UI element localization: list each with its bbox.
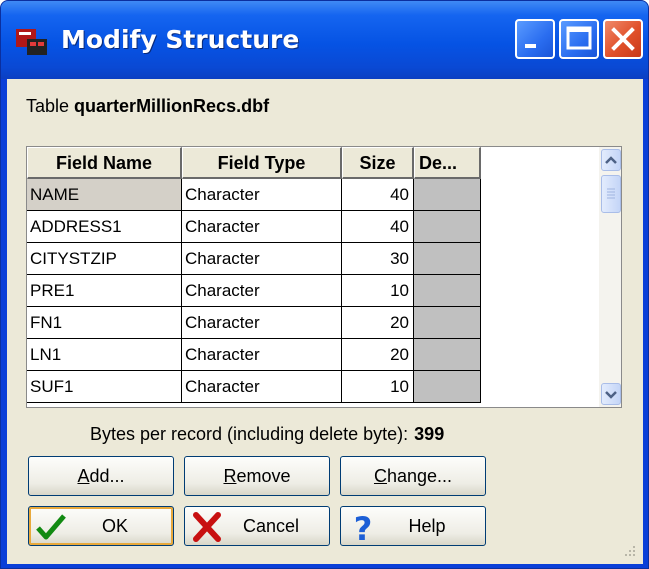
add-button[interactable]: Add... [28,456,174,496]
cell-field-name[interactable]: PRE1 [27,275,182,307]
svg-text:?: ? [354,511,373,543]
scroll-thumb[interactable] [601,175,621,213]
table-prefix: Table [26,96,70,116]
help-button-label: Help [408,515,446,536]
cell-decimals[interactable] [414,179,481,211]
cell-decimals[interactable] [414,339,481,371]
bytes-per-record: Bytes per record (including delete byte)… [90,424,444,445]
add-button-label: Add... [77,465,125,486]
change-button[interactable]: Change... [340,456,486,496]
scroll-down-button[interactable] [601,383,621,405]
remove-button-label: Remove [223,465,291,486]
remove-button[interactable]: Remove [184,456,330,496]
grip-icon [607,188,615,199]
close-button[interactable] [603,19,643,59]
title-bar[interactable]: Modify Structure [1,1,648,79]
cell-size[interactable]: 10 [342,275,414,307]
scroll-up-button[interactable] [601,149,621,171]
cell-field-type[interactable]: Character [182,211,342,243]
bytes-value: 399 [414,424,445,444]
check-icon [36,514,66,540]
cell-size[interactable]: 40 [342,179,414,211]
ok-button-label: OK [101,515,128,536]
cell-field-type[interactable]: Character [182,371,342,403]
table-filename: quarterMillionRecs.dbf [74,96,270,116]
header-field-name[interactable]: Field Name [27,147,182,179]
cell-field-type[interactable]: Character [182,275,342,307]
field-grid[interactable]: Field Name Field Type Size De... NAME Ch… [26,146,622,408]
cell-size[interactable]: 10 [342,371,414,403]
bytes-label: Bytes per record (including delete byte)… [90,424,409,444]
cell-size[interactable]: 30 [342,243,414,275]
maximize-icon [566,26,592,50]
app-icon [16,29,47,55]
cancel-button[interactable]: Cancel [184,506,330,546]
maximize-button[interactable] [559,19,599,59]
cell-decimals[interactable] [414,211,481,243]
ok-button[interactable]: OK [28,506,174,546]
chevron-down-icon [605,391,617,399]
header-size[interactable]: Size [342,147,414,179]
cell-decimals[interactable] [414,307,481,339]
cell-field-type[interactable]: Character [182,179,342,211]
header-field-type[interactable]: Field Type [182,147,342,179]
cell-size[interactable]: 20 [342,307,414,339]
chevron-up-icon [605,156,617,164]
cancel-button-label: Cancel [242,515,300,536]
cell-size[interactable]: 40 [342,211,414,243]
question-icon: ? [354,511,373,543]
header-decimals[interactable]: De... [414,147,481,179]
cell-size[interactable]: 20 [342,339,414,371]
cell-field-name[interactable]: SUF1 [27,371,182,403]
minimize-button[interactable] [515,19,555,59]
help-button[interactable]: ? Help [340,506,486,546]
change-button-label: Change... [373,465,453,486]
cell-decimals[interactable] [414,243,481,275]
cell-field-type[interactable]: Character [182,243,342,275]
cell-field-name[interactable]: ADDRESS1 [27,211,182,243]
cell-decimals[interactable] [414,275,481,307]
vertical-scrollbar[interactable] [599,147,621,407]
cell-field-name[interactable]: LN1 [27,339,182,371]
cell-field-type[interactable]: Character [182,307,342,339]
x-icon [193,512,221,542]
window-title: Modify Structure [61,25,300,54]
close-icon [611,27,635,51]
cell-decimals[interactable] [414,371,481,403]
cell-field-name[interactable]: NAME [27,179,182,211]
resize-grip-icon[interactable] [619,540,637,558]
cell-field-type[interactable]: Character [182,339,342,371]
minimize-icon [525,44,536,48]
table-name-label: Table quarterMillionRecs.dbf [26,96,269,117]
cell-field-name[interactable]: CITYSTZIP [27,243,182,275]
cell-field-name[interactable]: FN1 [27,307,182,339]
